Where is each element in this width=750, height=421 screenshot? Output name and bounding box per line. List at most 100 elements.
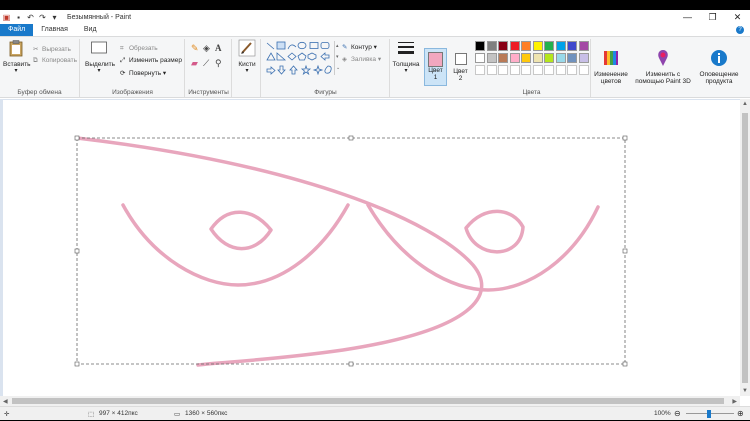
selection-handle[interactable] [348, 135, 354, 141]
palette-swatch[interactable] [521, 53, 531, 63]
paint3d-button[interactable]: Изменить с помощью Paint 3D [632, 49, 694, 85]
select-button[interactable]: Выделить ▾ [85, 39, 115, 75]
custom-color-slot[interactable] [555, 65, 566, 75]
palette-swatch[interactable] [532, 41, 543, 51]
zoom-out-icon[interactable]: ⊖ [674, 409, 681, 418]
minimize-button[interactable]: — [675, 10, 700, 24]
palette-swatch[interactable] [486, 41, 497, 51]
tab-view[interactable]: Вид [76, 24, 105, 36]
scroll-left-icon[interactable]: ◀ [3, 398, 8, 405]
selection-handle[interactable] [348, 361, 354, 367]
shapes-scroll[interactable]: ▴ ▾ ⌄ [334, 41, 340, 75]
size-group: Толщина ▾ [391, 39, 421, 97]
select-label: Выделить [85, 61, 115, 68]
custom-color-slot[interactable] [567, 65, 577, 75]
cut-button[interactable]: ✂ Вырезать [33, 45, 71, 53]
scroll-up-icon[interactable]: ▲ [742, 101, 748, 107]
paste-button[interactable]: Вставить ▾ [3, 39, 31, 75]
selection-size: 997 × 412пкс [99, 410, 138, 417]
copy-button[interactable]: ⧉ Копировать [33, 57, 77, 65]
eraser-icon[interactable]: ▰ [191, 58, 203, 69]
palette-swatch[interactable] [475, 53, 485, 63]
magnifier-icon[interactable]: ⚲ [215, 58, 227, 69]
horizontal-scroll-thumb[interactable] [12, 398, 724, 404]
selection-handle[interactable] [74, 135, 80, 141]
tab-home[interactable]: Главная [33, 24, 76, 36]
rotate-label: Повернуть [129, 70, 162, 77]
customize-qa-icon[interactable]: ▾ [50, 13, 59, 22]
vertical-scroll-thumb[interactable] [742, 113, 748, 383]
fill-icon[interactable]: ◈ [203, 43, 215, 54]
canvas[interactable] [3, 100, 740, 396]
palette-swatch[interactable] [544, 41, 554, 51]
crop-icon: ⌗ [120, 45, 124, 52]
custom-color-slot[interactable] [532, 65, 543, 75]
palette-swatch[interactable] [544, 53, 554, 63]
selection-handle[interactable] [74, 361, 80, 367]
rotate-button[interactable]: ⟳ Повернуть ▾ [120, 69, 166, 77]
color2-button[interactable]: Цвет 2 [449, 48, 472, 86]
paint-app-icon: ▣ [2, 12, 11, 22]
selection-handle[interactable] [622, 135, 628, 141]
palette-swatch[interactable] [521, 41, 531, 51]
outline-button[interactable]: ✎ Контур ▾ [342, 43, 377, 51]
brushes-group: Кисти ▾ [233, 39, 261, 97]
pencil-icon[interactable]: ✎ [191, 43, 203, 54]
edit-colors-button[interactable]: Изменение цветов [591, 49, 631, 85]
copy-icon: ⧉ [33, 57, 38, 64]
selection-handle[interactable] [622, 248, 628, 254]
selection-handle[interactable] [74, 248, 80, 254]
palette-swatch[interactable] [578, 41, 589, 51]
help-icon[interactable]: ? [736, 26, 744, 34]
selection-handle[interactable] [622, 361, 628, 367]
palette-swatch[interactable] [532, 53, 543, 63]
zoom-in-icon[interactable]: ⊕ [737, 409, 744, 418]
fill-shape-button[interactable]: ◈ Заливка ▾ [342, 55, 381, 63]
palette-swatch[interactable] [567, 41, 577, 51]
palette-swatch[interactable] [509, 53, 520, 63]
palette-swatch[interactable] [509, 41, 520, 51]
palette-swatch[interactable] [578, 53, 589, 63]
save-icon[interactable]: ▪ [14, 13, 23, 22]
custom-color-slot[interactable] [544, 65, 554, 75]
custom-color-slot[interactable] [509, 65, 520, 75]
ribbon: Вставить ▾ ✂ Вырезать ⧉ Копировать Буфер о… [0, 36, 750, 98]
outline-icon: ✎ [342, 44, 348, 51]
tab-file[interactable]: Файл [0, 24, 34, 36]
brushes-button[interactable]: Кисти ▾ [235, 39, 259, 75]
palette-swatch[interactable] [475, 41, 485, 51]
custom-color-slot[interactable] [486, 65, 497, 75]
color-picker-icon[interactable]: ⟋ [203, 58, 215, 69]
shapes-gallery[interactable] [265, 41, 335, 75]
vertical-scrollbar[interactable]: ▲ ▼ [740, 99, 750, 396]
close-button[interactable]: ✕ [725, 10, 750, 24]
palette-swatch[interactable] [498, 53, 508, 63]
line-width-icon [398, 42, 414, 54]
color1-button[interactable]: Цвет 1 [424, 48, 447, 86]
custom-color-slot[interactable] [475, 65, 485, 75]
zoom-slider-thumb[interactable] [707, 410, 711, 418]
undo-icon[interactable]: ↶ [26, 13, 35, 22]
custom-color-slot[interactable] [498, 65, 508, 75]
color-wheel-icon [604, 51, 618, 65]
redo-icon[interactable]: ↷ [38, 13, 47, 22]
custom-color-slot[interactable] [521, 65, 531, 75]
palette-swatch[interactable] [498, 41, 508, 51]
horizontal-scrollbar[interactable]: ◀ ▶ [0, 396, 740, 406]
crop-button[interactable]: ⌗ Обрезать [120, 45, 158, 53]
maximize-button[interactable]: ❐ [700, 10, 725, 24]
scroll-right-icon[interactable]: ▶ [732, 398, 737, 405]
custom-color-slot[interactable] [578, 65, 589, 75]
palette-swatch[interactable] [555, 53, 566, 63]
text-icon[interactable]: A [215, 43, 227, 54]
palette-swatch[interactable] [555, 41, 566, 51]
palette-swatch[interactable] [486, 53, 497, 63]
scroll-down-icon[interactable]: ▼ [742, 388, 748, 394]
resize-button[interactable]: ⤢ Изменить размер [120, 57, 182, 65]
palette-swatch[interactable] [567, 53, 577, 63]
product-alert-button[interactable]: Оповещение продукта [695, 49, 743, 85]
colors-group-label: Цвета [522, 89, 541, 96]
size-button[interactable]: Толщина ▾ [392, 39, 420, 75]
zoom-slider[interactable] [686, 410, 734, 418]
selection-icon [91, 41, 107, 54]
